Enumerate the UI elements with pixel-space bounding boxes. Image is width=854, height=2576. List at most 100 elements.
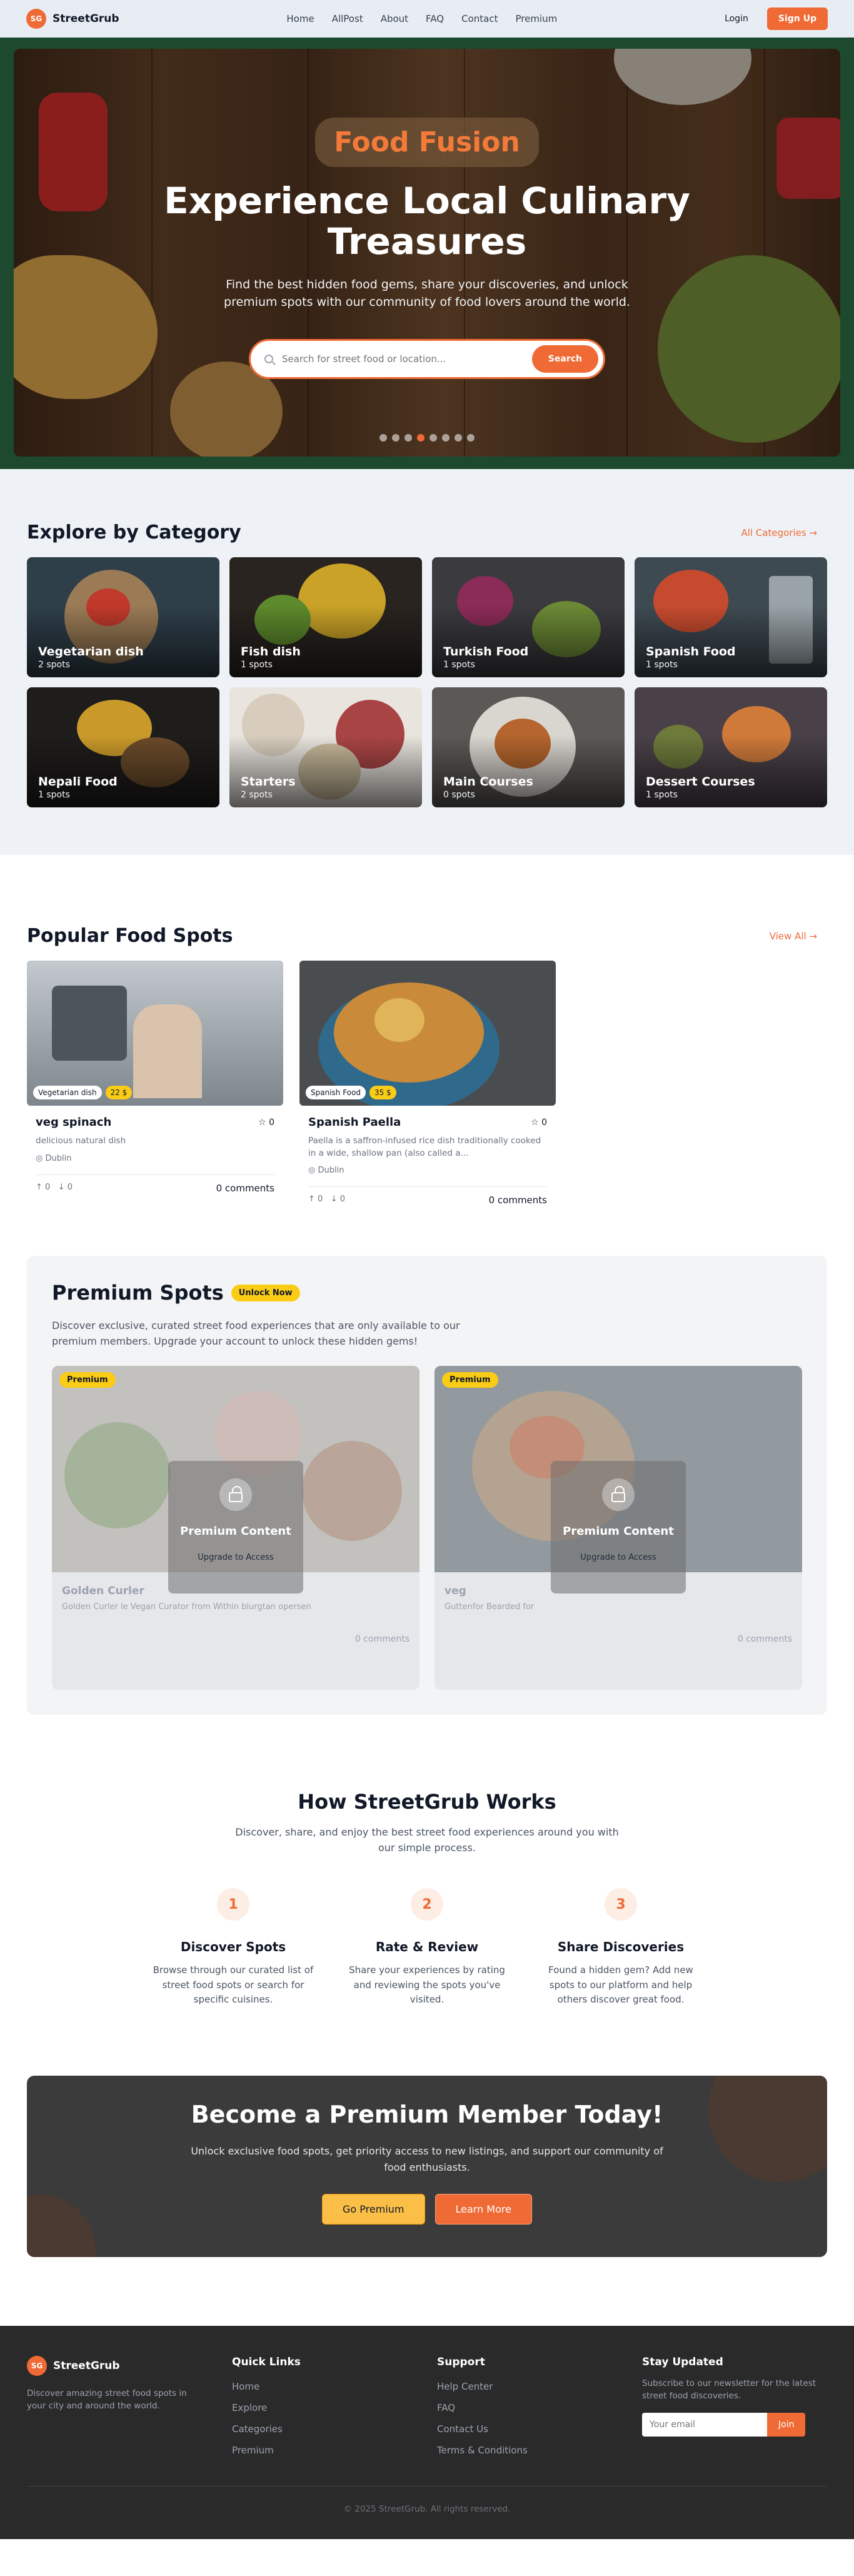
- premium-card[interactable]: Premium veg Guttenfor Bearded for 0 comm…: [435, 1365, 802, 1690]
- category-card-vegetarian[interactable]: Vegetarian dish 2 spots: [27, 557, 219, 677]
- category-card-starters[interactable]: Starters 2 spots: [229, 687, 422, 807]
- step-number: 1: [217, 1888, 249, 1921]
- carousel-dot[interactable]: [417, 434, 424, 442]
- category-count: 2 spots: [38, 660, 70, 670]
- category-name: Main Courses: [443, 775, 533, 789]
- category-card-main-courses[interactable]: Main Courses 0 spots: [432, 687, 625, 807]
- search-input[interactable]: [282, 353, 532, 365]
- nav-link-about[interactable]: About: [381, 13, 408, 24]
- nav-link-home[interactable]: Home: [286, 13, 314, 24]
- carousel-dot[interactable]: [379, 434, 387, 442]
- spot-name: Spanish Paella: [308, 1116, 401, 1129]
- footer-brand[interactable]: SG StreetGrub: [27, 2356, 232, 2376]
- nav-link-premium[interactable]: Premium: [515, 13, 557, 24]
- upgrade-link[interactable]: Upgrade to Access: [551, 1553, 686, 1562]
- all-categories-link[interactable]: All Categories →: [741, 527, 817, 538]
- footer-link-explore[interactable]: Explore: [232, 2402, 437, 2413]
- spot-category-badge: Spanish Food: [306, 1086, 366, 1099]
- carousel-dot[interactable]: [455, 434, 462, 442]
- search-button[interactable]: Search: [531, 345, 598, 373]
- spot-location: ◎ Dublin: [308, 1166, 344, 1176]
- view-all-link[interactable]: View All →: [770, 931, 817, 942]
- upvote-button[interactable]: ↑ 0: [36, 1183, 50, 1192]
- carousel-dot[interactable]: [467, 434, 475, 442]
- hero-search-bar: Search: [249, 338, 605, 379]
- how-title: How StreetGrub Works: [298, 1789, 556, 1814]
- spot-comments[interactable]: 0 comments: [489, 1195, 547, 1206]
- spot-description: delicious natural dish: [36, 1136, 126, 1146]
- how-subtitle: Discover, share, and enjoy the best stre…: [235, 1826, 619, 1854]
- newsletter-email-input[interactable]: [642, 2412, 767, 2437]
- how-step: 1 Discover Spots Browse through our cura…: [136, 1888, 330, 2007]
- category-card-turkish[interactable]: Turkish Food 1 spots: [432, 557, 625, 677]
- site-footer: SG StreetGrub Discover amazing street fo…: [0, 2326, 854, 2540]
- spot-grid: Vegetarian dish 22 $ veg spinach ☆ 0 del…: [27, 961, 827, 1206]
- premium-cta-banner: Become a Premium Member Today! Unlock ex…: [27, 2076, 827, 2258]
- category-grid: Vegetarian dish 2 spots Fish dish 1 spot…: [27, 557, 827, 807]
- spot-image: Vegetarian dish 22 $: [27, 961, 283, 1106]
- spot-price-badge: 22 $: [105, 1086, 133, 1099]
- spot-image: Spanish Food 35 $: [299, 961, 556, 1106]
- signup-button[interactable]: Sign Up: [766, 8, 828, 30]
- spot-rating[interactable]: ☆ 0: [258, 1118, 274, 1128]
- premium-description: Discover exclusive, curated street food …: [52, 1320, 460, 1347]
- spot-rating[interactable]: ☆ 0: [531, 1118, 547, 1128]
- footer-link-home[interactable]: Home: [232, 2381, 437, 2392]
- step-number: 3: [605, 1888, 637, 1921]
- premium-card[interactable]: Premium Golden Curler Golden Curler le V…: [52, 1365, 419, 1690]
- category-card-nepali[interactable]: Nepali Food 1 spots: [27, 687, 219, 807]
- nav-link-allpost[interactable]: AllPost: [332, 13, 363, 24]
- category-card-spanish[interactable]: Spanish Food 1 spots: [635, 557, 827, 677]
- carousel-dot[interactable]: [392, 434, 399, 442]
- cta-title: Become a Premium Member Today!: [191, 2101, 663, 2129]
- premium-content-title: Premium Content: [180, 1524, 291, 1538]
- footer-link-help[interactable]: Help Center: [437, 2381, 642, 2392]
- hero-content: Food Fusion Experience Local Culinary Tr…: [14, 118, 840, 379]
- category-card-dessert[interactable]: Dessert Courses 1 spots: [635, 687, 827, 807]
- spot-comments[interactable]: 0 comments: [216, 1183, 274, 1194]
- premium-spot-desc: Golden Curler le Vegan Curator from With…: [62, 1602, 311, 1612]
- downvote-button[interactable]: ↓ 0: [331, 1195, 345, 1204]
- carousel-dot[interactable]: [442, 434, 450, 442]
- footer-link-contact[interactable]: Contact Us: [437, 2423, 642, 2435]
- premium-lock-overlay[interactable]: Premium Content Upgrade to Access: [551, 1460, 686, 1594]
- spot-card[interactable]: Vegetarian dish 22 $ veg spinach ☆ 0 del…: [27, 961, 283, 1206]
- newsletter-text: Subscribe to our newsletter for the late…: [642, 2378, 816, 2402]
- go-premium-button[interactable]: Go Premium: [322, 2194, 425, 2225]
- category-count: 0 spots: [443, 790, 475, 800]
- upgrade-link[interactable]: Upgrade to Access: [168, 1553, 303, 1562]
- newsletter-join-button[interactable]: Join: [767, 2412, 806, 2437]
- brand-logo[interactable]: SG StreetGrub: [26, 9, 119, 29]
- hero-title: Experience Local Culinary Treasures: [164, 179, 690, 263]
- learn-more-button[interactable]: Learn More: [435, 2194, 532, 2225]
- premium-comments: 0 comments: [737, 1634, 792, 1644]
- hero-slide: Food Fusion Experience Local Culinary Tr…: [14, 49, 840, 457]
- footer-link-premium[interactable]: Premium: [232, 2445, 437, 2456]
- unlock-badge[interactable]: Unlock Now: [231, 1284, 300, 1301]
- popular-section: Popular Food Spots View All → Vegetarian…: [0, 855, 854, 1256]
- category-name: Vegetarian dish: [38, 645, 144, 659]
- login-link[interactable]: Login: [725, 14, 748, 24]
- step-text: Browse through our curated list of stree…: [153, 1964, 314, 2005]
- nav-links: Home AllPost About FAQ Contact Premium: [286, 13, 557, 24]
- footer-link-faq[interactable]: FAQ: [437, 2402, 642, 2413]
- category-count: 1 spots: [38, 790, 70, 800]
- category-name: Nepali Food: [38, 775, 118, 789]
- footer-link-terms[interactable]: Terms & Conditions: [437, 2445, 642, 2456]
- carousel-dot[interactable]: [404, 434, 412, 442]
- upvote-button[interactable]: ↑ 0: [308, 1195, 323, 1204]
- carousel-dot[interactable]: [430, 434, 437, 442]
- nav-link-contact[interactable]: Contact: [461, 13, 498, 24]
- footer-link-categories[interactable]: Categories: [232, 2423, 437, 2435]
- nav-link-faq[interactable]: FAQ: [426, 13, 444, 24]
- footer-description: Discover amazing street food spots in yo…: [27, 2388, 187, 2412]
- spot-card[interactable]: Spanish Food 35 $ Spanish Paella ☆ 0 Pae…: [299, 961, 556, 1206]
- step-text: Share your experiences by rating and rev…: [349, 1964, 505, 2005]
- downvote-button[interactable]: ↓ 0: [58, 1183, 73, 1192]
- popular-title: Popular Food Spots: [27, 925, 233, 947]
- category-name: Spanish Food: [646, 645, 736, 659]
- copyright: © 2025 StreetGrub. All rights reserved.: [27, 2486, 827, 2514]
- category-card-fish[interactable]: Fish dish 1 spots: [229, 557, 422, 677]
- premium-lock-overlay[interactable]: Premium Content Upgrade to Access: [168, 1460, 303, 1594]
- hero-subtitle: Find the best hidden food gems, share yo…: [224, 277, 630, 310]
